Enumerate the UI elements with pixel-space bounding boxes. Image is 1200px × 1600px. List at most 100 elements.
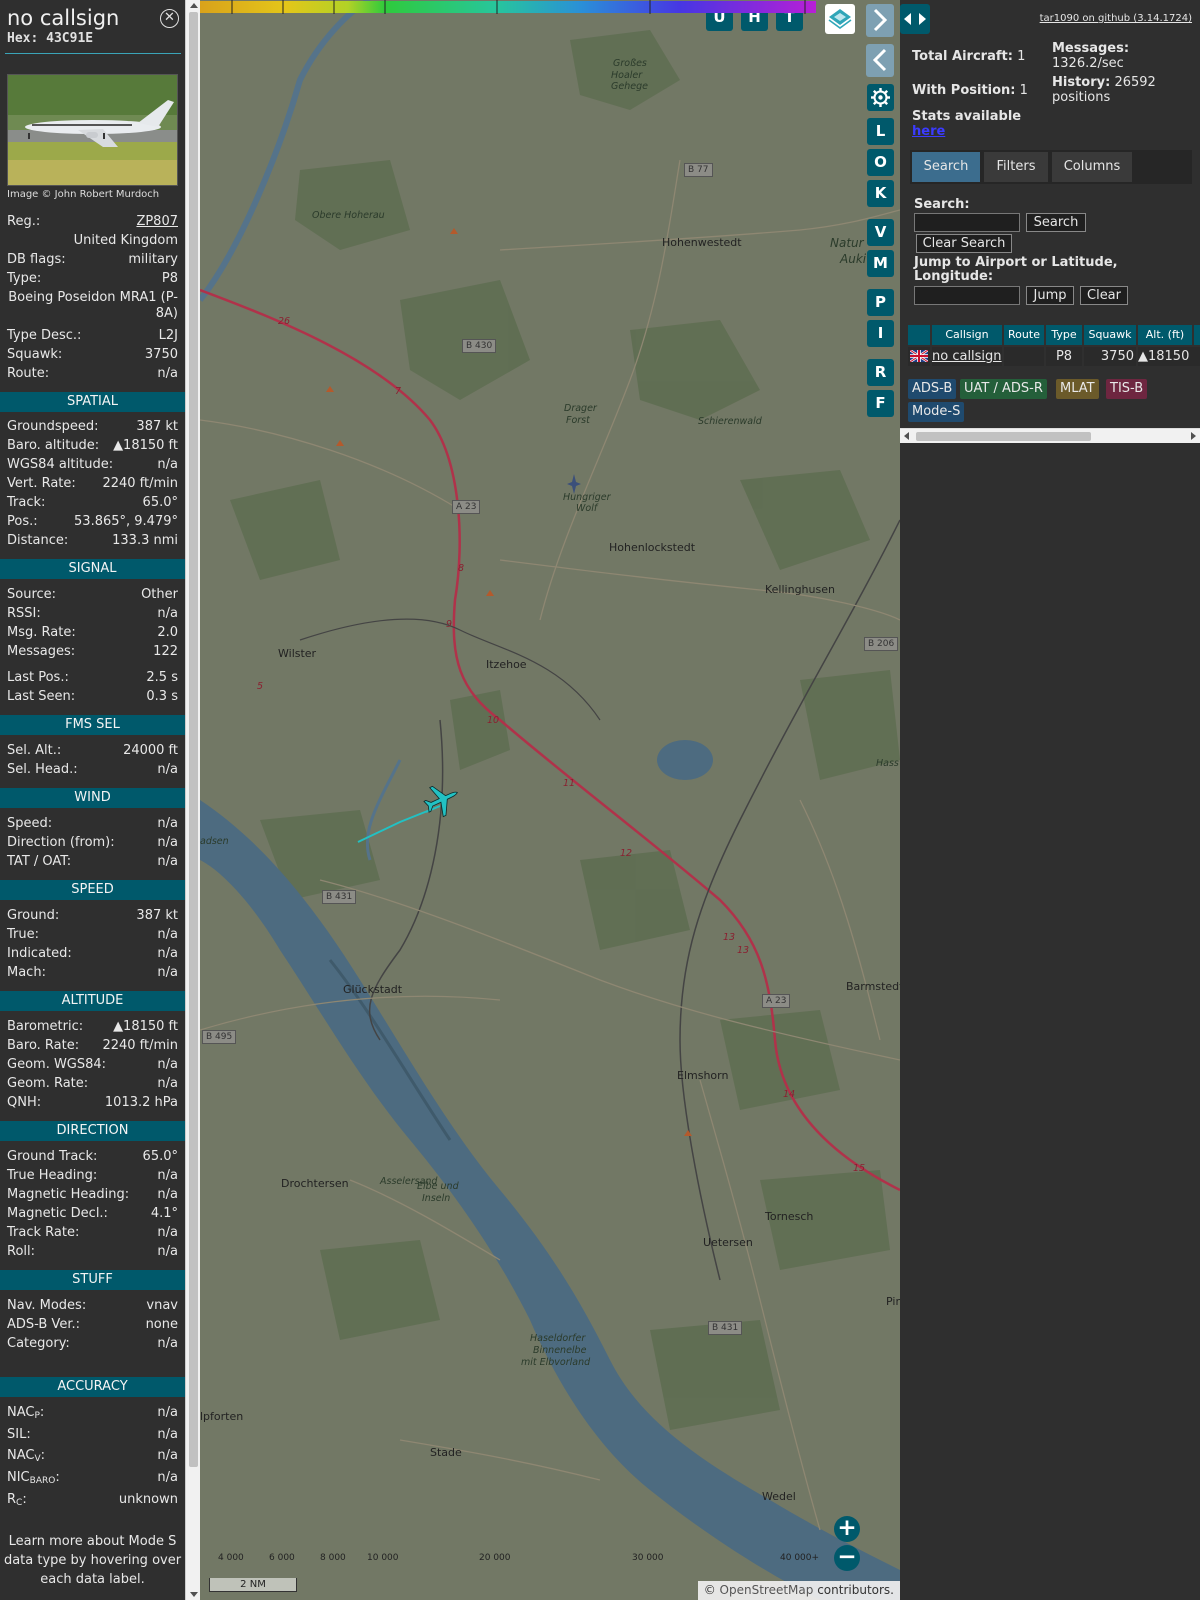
zoom-out-button[interactable]: − <box>834 1545 860 1571</box>
scroll-down-icon[interactable] <box>190 1592 198 1597</box>
aircraft-callsign: no callsign <box>7 6 120 30</box>
scroll-up-icon[interactable] <box>190 3 198 8</box>
map-button-o[interactable]: O <box>867 149 894 176</box>
expand-sidebar-button[interactable] <box>900 4 930 34</box>
with-position: With Position: 1 <box>912 83 1028 98</box>
map-label: Drochtersen <box>281 1177 349 1190</box>
aircraft-marker-icon[interactable] <box>421 780 461 820</box>
ground-track-label: Ground Track: <box>7 1149 98 1164</box>
gear-icon <box>871 88 890 107</box>
tab-filters[interactable]: Filters <box>984 152 1048 182</box>
tab-search[interactable]: Search <box>912 152 980 182</box>
map-label: Drager <box>564 403 597 414</box>
table-cell-altitude: ▲18150 <box>1138 347 1200 366</box>
map-label: Schierenwald <box>698 416 762 427</box>
sel-alt-row: Sel. Alt.: 24000 ft <box>7 743 178 762</box>
groundspeed-row: Groundspeed: 387 kt <box>7 419 178 438</box>
settings-button[interactable] <box>867 84 894 111</box>
learn-line-1: Learn more about Mode S <box>8 1534 177 1549</box>
ground-track-row: Ground Track: 65.0° <box>7 1149 178 1168</box>
map-view[interactable]: Großes Hoaler Gehege Obere Hoherau Hohen… <box>200 0 900 1600</box>
source-label: Source: <box>7 587 57 602</box>
hscroll-thumb[interactable] <box>916 432 1091 441</box>
section-altitude: ALTITUDE <box>0 991 185 1011</box>
show-sidebar-button[interactable] <box>866 44 894 77</box>
position-label: Pos.: <box>7 514 38 529</box>
tat-oat-value: n/a <box>157 854 178 869</box>
source-value: Other <box>141 587 178 602</box>
layers-button[interactable] <box>825 4 855 34</box>
search-button[interactable]: Search <box>1026 213 1086 232</box>
clear-search-button[interactable]: Clear Search <box>916 234 1012 253</box>
jump-button[interactable]: Jump <box>1026 286 1074 305</box>
stats-here-link[interactable]: here <box>912 124 945 139</box>
messages-value: 122 <box>153 644 178 659</box>
tab-bar: Search Filters Columns <box>910 150 1192 184</box>
map-label: Tornesch <box>765 1210 814 1223</box>
aircraft-photo[interactable] <box>7 74 178 186</box>
table-header-type[interactable]: Type <box>1046 325 1082 345</box>
road-tag: B 431 <box>708 1321 743 1335</box>
map-button-v[interactable]: V <box>867 219 894 246</box>
jump-input[interactable] <box>914 286 1020 305</box>
table-header-squawk[interactable]: Squawk <box>1084 325 1136 345</box>
section-wind: WIND <box>0 788 185 808</box>
squawk-value: 3750 <box>144 347 178 362</box>
scrollbar-thumb[interactable] <box>189 12 198 1467</box>
info-panel-scrollbar[interactable] <box>185 0 200 1600</box>
dbflags-value: military <box>128 252 178 267</box>
aircraft-info-panel: no callsign Hex: 43C91E ✕ Image © John R… <box>0 0 185 1600</box>
osm-link[interactable]: OpenStreetMap <box>720 1583 814 1597</box>
table-header-altitude[interactable]: Alt. (ft) <box>1138 325 1192 345</box>
table-header-route[interactable]: Route <box>1004 325 1044 345</box>
dbflags-row: DB flags: military <box>7 252 178 271</box>
km-marker: 26 <box>278 316 291 327</box>
wgs84-alt-value: n/a <box>157 457 178 472</box>
map-button-p[interactable]: P <box>867 289 894 316</box>
table-cell-callsign[interactable]: no callsign <box>932 347 1002 366</box>
road-tag: B 431 <box>322 890 357 904</box>
search-input[interactable] <box>914 213 1020 232</box>
last-pos-value: 2.5 s <box>146 670 178 685</box>
wind-dir-value: n/a <box>157 835 178 850</box>
km-marker: 9 <box>446 619 453 630</box>
last-seen-value: 0.3 s <box>146 689 178 704</box>
map-button-i[interactable]: I <box>867 320 894 347</box>
table-header-callsign[interactable]: Callsign <box>932 325 1002 345</box>
hide-sidebar-button[interactable] <box>866 4 894 37</box>
map-label: Uetersen <box>703 1236 753 1249</box>
reg-link[interactable]: ZP807 <box>136 214 178 229</box>
altitude-tick: 10 000 <box>367 1553 399 1563</box>
ground-track-value: 65.0° <box>142 1149 178 1164</box>
map-label: Hass <box>876 758 899 769</box>
km-marker: 8 <box>458 563 465 574</box>
typedesc-row: Type Desc.: L2J <box>7 328 178 347</box>
map-label: Stade <box>430 1446 462 1459</box>
geom-rate-value: n/a <box>157 1076 178 1091</box>
map-button-l[interactable]: L <box>867 118 894 145</box>
stats-available: Stats available <box>912 109 1022 124</box>
true-speed-value: n/a <box>157 927 178 942</box>
table-horizontal-scrollbar[interactable] <box>900 428 1200 443</box>
wgs84-alt-label: WGS84 altitude: <box>7 457 114 472</box>
barometric-label: Barometric: <box>7 1019 84 1034</box>
map-button-f[interactable]: F <box>867 390 894 417</box>
altitude-tick: 6 000 <box>269 1553 295 1563</box>
map-button-m[interactable]: M <box>867 250 894 277</box>
road-tag: A 23 <box>762 994 791 1008</box>
scroll-right-icon[interactable] <box>1191 432 1196 440</box>
tab-columns[interactable]: Columns <box>1052 152 1132 182</box>
map-label: Wedel <box>762 1490 796 1503</box>
map-label: Großes <box>613 58 647 69</box>
github-link[interactable]: tar1090 on github (3.14.1724) <box>1040 13 1192 24</box>
category-row: Category: n/a <box>7 1336 178 1355</box>
clear-button[interactable]: Clear <box>1080 286 1128 305</box>
map-button-k[interactable]: K <box>867 180 894 207</box>
scroll-left-icon[interactable] <box>904 432 909 440</box>
zoom-in-button[interactable]: + <box>834 1516 860 1542</box>
close-icon[interactable]: ✕ <box>160 9 179 28</box>
mag-heading-value: n/a <box>157 1187 178 1202</box>
map-button-r[interactable]: R <box>867 359 894 386</box>
nacv-row: NACV: n/a <box>7 1448 178 1467</box>
table-header-more[interactable] <box>1194 325 1200 345</box>
